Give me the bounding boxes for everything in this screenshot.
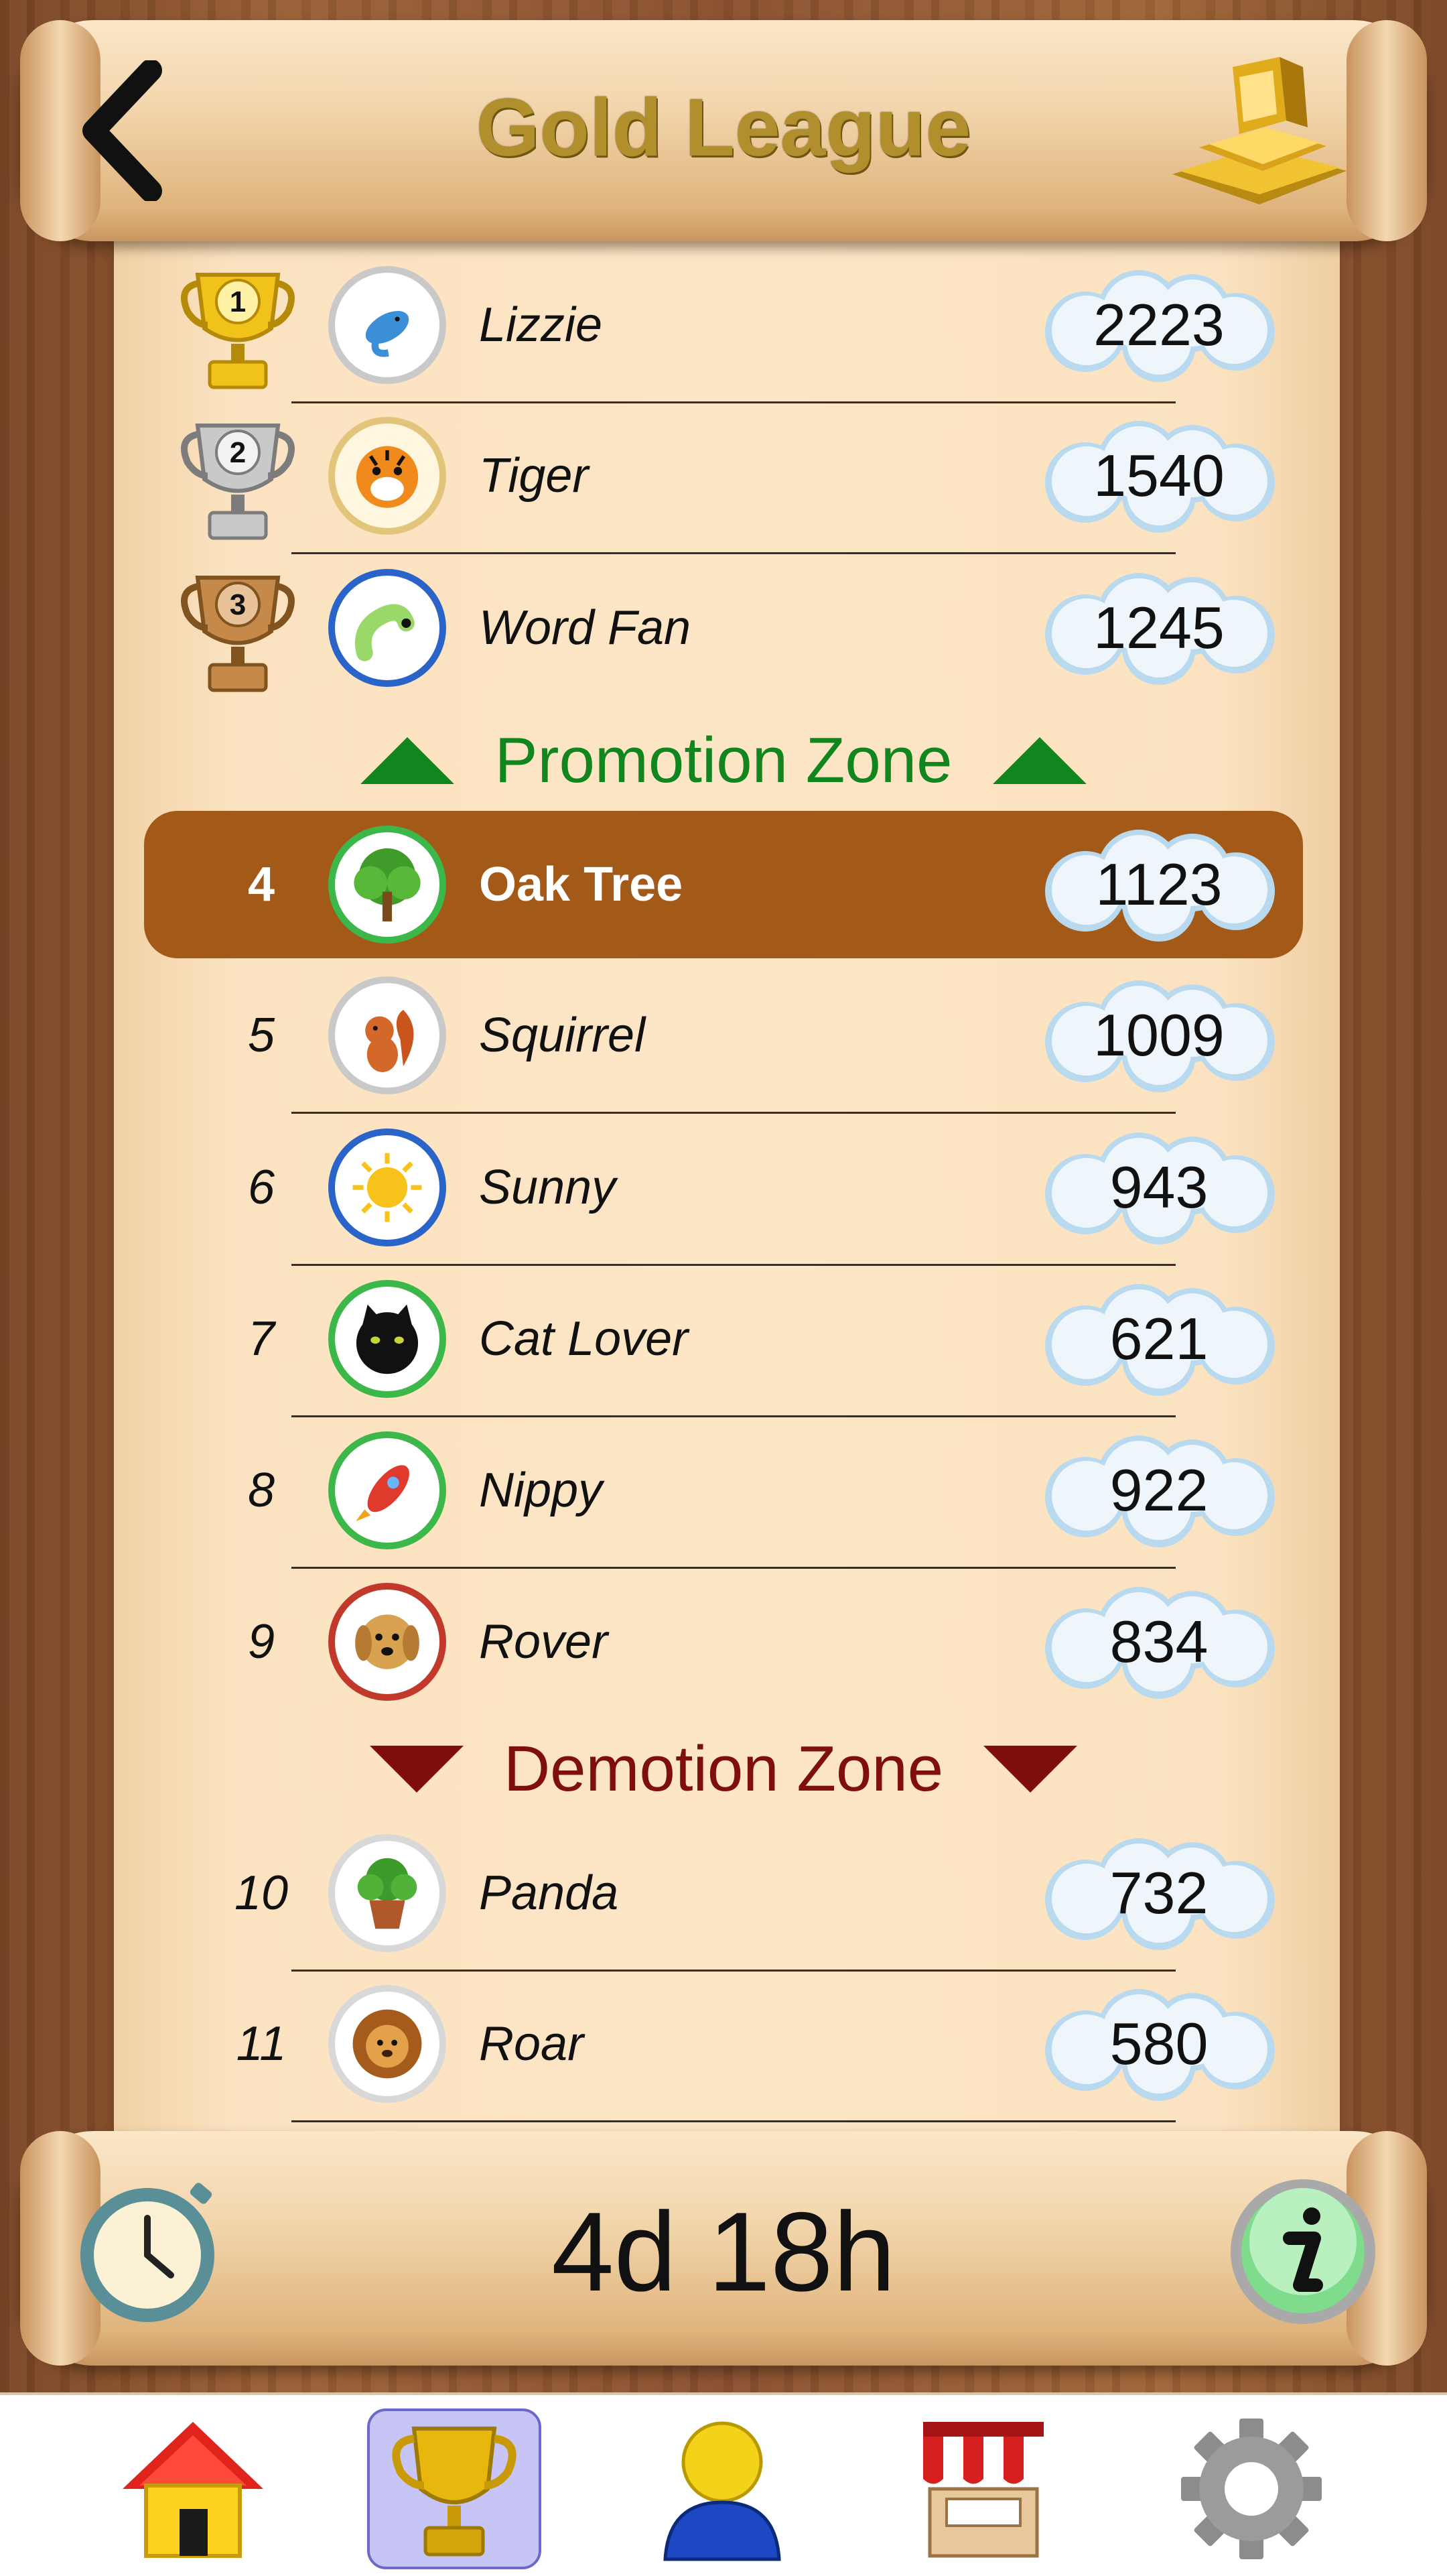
table-row[interactable]: 5 Squirrel 1009: [144, 962, 1303, 1114]
tab-profile[interactable]: [635, 2408, 809, 2569]
table-row[interactable]: 2 Tiger 1540: [144, 402, 1303, 554]
avatar: [328, 1583, 446, 1701]
down-triangle-icon: [369, 1746, 464, 1793]
player-score: 834: [1109, 1608, 1209, 1675]
info-button[interactable]: [1226, 2175, 1380, 2329]
player-name: Nippy: [479, 1464, 603, 1517]
player-score: 1123: [1095, 851, 1223, 917]
avatar: [328, 1985, 446, 2103]
bottom-tab-bar: [0, 2392, 1447, 2576]
rank-number: 9: [247, 1615, 275, 1669]
player-name: Squirrel: [479, 1009, 646, 1062]
tab-home[interactable]: [106, 2408, 280, 2569]
avatar: [328, 976, 446, 1094]
rank-number: 4: [247, 858, 275, 911]
rank-number: 6: [247, 1161, 275, 1214]
table-row[interactable]: 6 Sunny 943: [144, 1114, 1303, 1266]
player-score: 621: [1109, 1305, 1209, 1372]
rank-number: 7: [247, 1312, 275, 1366]
trophy-icon: [392, 2427, 516, 2557]
plant-avatar-icon: [357, 1858, 417, 1929]
tiger-avatar-icon: [356, 446, 419, 508]
avatar: [328, 1431, 446, 1549]
home-icon: [123, 2422, 263, 2558]
gold-bars-icon: [1172, 57, 1347, 204]
trophy-rank: 2: [230, 436, 246, 469]
table-row[interactable]: 3 Word Fan 1245: [144, 554, 1303, 702]
gold-trophy-icon: 1: [181, 273, 295, 389]
rank-number: 11: [236, 2017, 287, 2071]
shop-icon: [923, 2422, 1044, 2558]
player-name: Roar: [479, 2017, 584, 2071]
avatar: [328, 1834, 446, 1952]
avatar: [328, 569, 446, 687]
player-score: 943: [1109, 1154, 1209, 1220]
up-triangle-icon: [992, 737, 1087, 784]
cat-avatar-icon: [356, 1304, 419, 1374]
player-name: Cat Lover: [479, 1312, 689, 1366]
avatar: [328, 826, 446, 944]
bronze-trophy-icon: 3: [181, 576, 295, 692]
player-score: 732: [1109, 1860, 1209, 1926]
player-name: Tiger: [479, 449, 589, 503]
table-row[interactable]: 9 Rover 834: [144, 1568, 1303, 1716]
promotion-zone-label: Promotion Zone: [0, 724, 1447, 797]
player-score: 1009: [1093, 1002, 1225, 1068]
lion-avatar-icon: [352, 2009, 422, 2079]
up-triangle-icon: [360, 737, 455, 784]
down-triangle-icon: [983, 1746, 1078, 1793]
rank-number: 10: [234, 1866, 289, 1920]
dolphin-avatar-icon: [365, 311, 409, 357]
trophy-rank: 1: [230, 285, 246, 318]
player-name: Lizzie: [479, 298, 603, 352]
player-score: 1245: [1093, 594, 1225, 661]
tab-leagues[interactable]: [367, 2408, 541, 2569]
tab-settings[interactable]: [1164, 2408, 1338, 2569]
promotion-zone-text: Promotion Zone: [494, 724, 953, 796]
squirrel-avatar-icon: [365, 1009, 414, 1072]
player-score: 2223: [1093, 292, 1225, 358]
row-divider: [291, 2120, 1176, 2122]
table-row[interactable]: 8 Nippy 922: [144, 1417, 1303, 1569]
player-name: Word Fan: [479, 601, 691, 655]
gear-icon: [1181, 2419, 1322, 2559]
rank-number: 5: [247, 1009, 275, 1062]
avatar: [328, 417, 446, 535]
table-row[interactable]: 7 Cat Lover 621: [144, 1265, 1303, 1417]
sun-avatar-icon: [352, 1153, 422, 1222]
avatar: [328, 266, 446, 384]
dog-avatar-icon: [355, 1614, 419, 1669]
rank-number: 8: [247, 1464, 275, 1517]
player-name: Sunny: [479, 1161, 616, 1214]
demotion-zone-text: Demotion Zone: [503, 1733, 944, 1805]
current-user-row[interactable]: 4 Oak Tree 1123: [144, 811, 1303, 958]
trophy-rank: 3: [230, 588, 246, 621]
tab-shop[interactable]: [896, 2408, 1071, 2569]
rocket-avatar-icon: [356, 1465, 409, 1522]
table-row[interactable]: 10 Panda 732: [144, 1819, 1303, 1972]
player-name: Oak Tree: [479, 858, 683, 911]
table-row[interactable]: 11 Roar 580: [144, 1970, 1303, 2122]
player-name: Rover: [479, 1615, 608, 1669]
player-score: 922: [1109, 1457, 1209, 1523]
silver-trophy-icon: 2: [181, 424, 295, 540]
player-name: Panda: [479, 1866, 619, 1920]
player-score: 580: [1109, 2010, 1209, 2077]
table-row[interactable]: 1 Lizzie 2223: [144, 251, 1303, 403]
avatar: [328, 1129, 446, 1246]
worm-avatar-icon: [354, 604, 415, 661]
player-score: 1540: [1093, 442, 1225, 509]
tree-avatar-icon: [354, 848, 421, 921]
info-icon: [1231, 2179, 1375, 2324]
user-icon: [663, 2421, 781, 2561]
demotion-zone-label: Demotion Zone: [0, 1732, 1447, 1806]
avatar: [328, 1280, 446, 1398]
